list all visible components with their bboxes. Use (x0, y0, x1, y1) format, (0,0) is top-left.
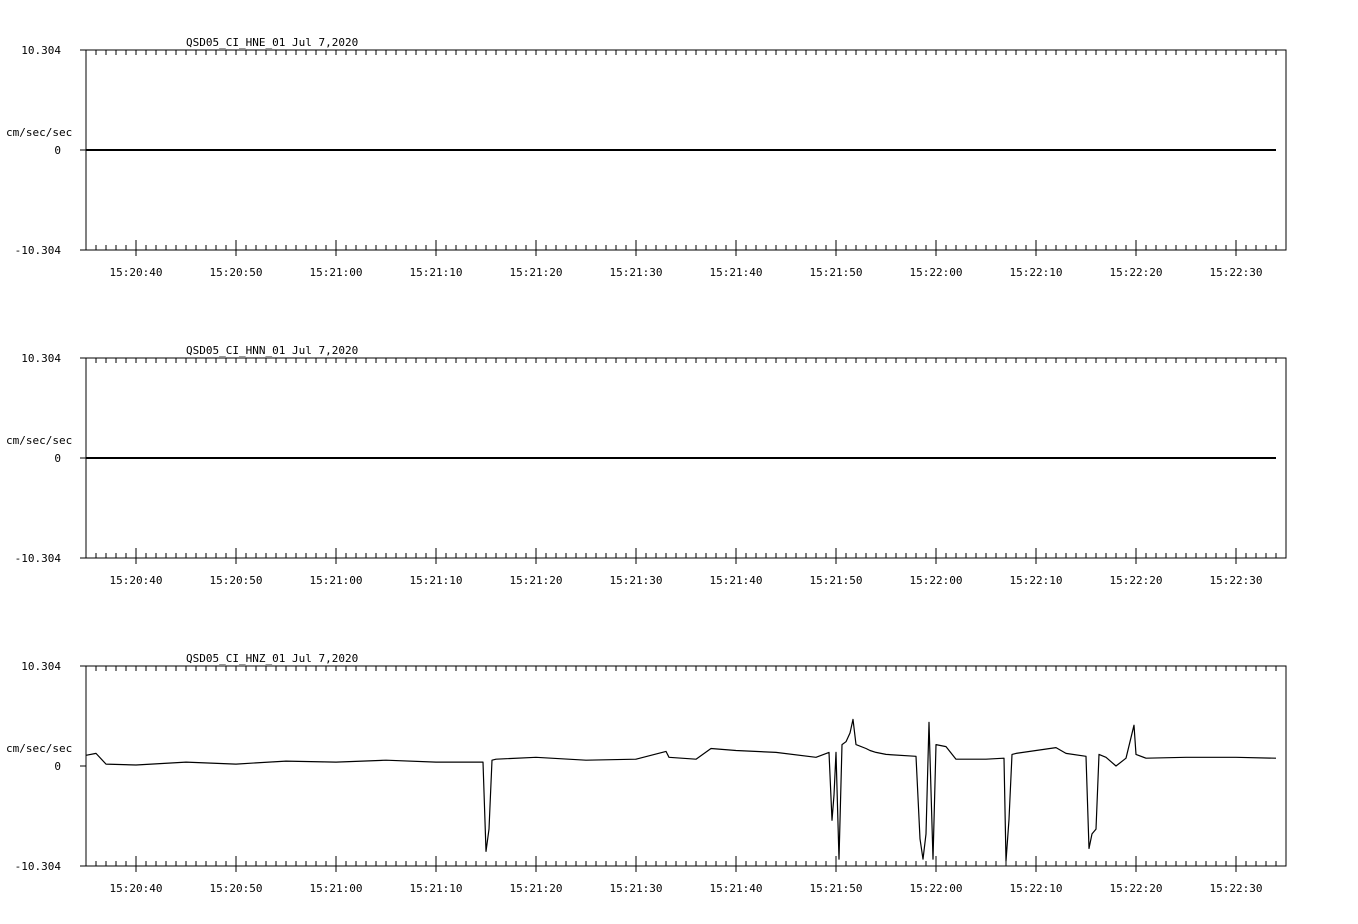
x-tick-label: 15:21:30 (610, 266, 663, 279)
x-tick-label: 15:21:40 (710, 574, 763, 587)
series-line (85, 718, 1277, 862)
x-tick-label: 15:20:50 (210, 574, 263, 587)
x-tick-label: 15:21:40 (710, 266, 763, 279)
x-tick-label: 15:21:50 (810, 266, 863, 279)
x-tick-label: 15:20:50 (210, 266, 263, 279)
chart-title: QSD05_CI_HNE_01 Jul 7,2020 (186, 36, 358, 49)
x-tick-label: 15:22:20 (1110, 266, 1163, 279)
x-tick-label: 15:22:30 (1210, 882, 1263, 895)
y-tick-label: 10.304 (21, 660, 61, 673)
panel-1: QSD05_CI_HNE_01 Jul 7,2020 cm/sec/sec 10.3… (6, 36, 1287, 279)
x-tick-label: 15:21:00 (310, 882, 363, 895)
y-tick-label: -10.304 (15, 244, 62, 257)
x-tick-label: 15:22:10 (1010, 574, 1063, 587)
x-tick-label: 15:22:30 (1210, 574, 1263, 587)
x-tick-label: 15:22:00 (910, 882, 963, 895)
y-tick-label: 0 (54, 760, 61, 773)
chart-title: QSD05_CI_HNZ_01 Jul 7,2020 (186, 652, 358, 665)
y-tick-label: 0 (54, 452, 61, 465)
y-tick-label: -10.304 (15, 552, 62, 565)
y-axis-label: cm/sec/sec (6, 434, 72, 447)
x-tick-label: 15:22:20 (1110, 574, 1163, 587)
seismogram-charts: QSD05_CI_HNE_01 Jul 7,2020 cm/sec/sec 10.3… (6, 36, 1287, 895)
plot-frame (85, 665, 1287, 867)
x-tick-label: 15:21:10 (410, 574, 463, 587)
x-tick-label: 15:22:00 (910, 266, 963, 279)
x-tick-label: 15:22:20 (1110, 882, 1163, 895)
x-tick-label: 15:21:30 (610, 882, 663, 895)
y-tick-label: 10.304 (21, 44, 61, 57)
y-tick-label: 0 (54, 144, 61, 157)
x-tick-label: 15:21:10 (410, 266, 463, 279)
x-tick-label: 15:20:40 (110, 574, 163, 587)
y-tick-label: -10.304 (15, 860, 62, 873)
x-tick-label: 15:21:50 (810, 882, 863, 895)
x-tick-label: 15:21:50 (810, 574, 863, 587)
x-tick-label: 15:22:00 (910, 574, 963, 587)
y-axis-label: cm/sec/sec (6, 742, 72, 755)
x-tick-label: 15:22:30 (1210, 266, 1263, 279)
y-tick-label: 10.304 (21, 352, 61, 365)
x-tick-label: 15:20:50 (210, 882, 263, 895)
x-tick-label: 15:21:20 (510, 574, 563, 587)
panel-3: QSD05_CI_HNZ_01 Jul 7,2020 cm/sec/sec 10.3… (6, 652, 1287, 895)
x-tick-label: 15:21:40 (710, 882, 763, 895)
x-tick-label: 15:20:40 (110, 266, 163, 279)
x-tick-label: 15:21:00 (310, 574, 363, 587)
y-axis-label: cm/sec/sec (6, 126, 72, 139)
x-tick-label: 15:21:00 (310, 266, 363, 279)
chart-title: QSD05_CI_HNN_01 Jul 7,2020 (186, 344, 358, 357)
x-tick-label: 15:21:20 (510, 266, 563, 279)
x-tick-label: 15:22:10 (1010, 882, 1063, 895)
x-tick-label: 15:21:30 (610, 574, 663, 587)
panel-2: QSD05_CI_HNN_01 Jul 7,2020 cm/sec/sec 10.3… (6, 344, 1287, 587)
x-tick-label: 15:21:20 (510, 882, 563, 895)
x-tick-label: 15:20:40 (110, 882, 163, 895)
x-tick-label: 15:22:10 (1010, 266, 1063, 279)
x-tick-label: 15:21:10 (410, 882, 463, 895)
